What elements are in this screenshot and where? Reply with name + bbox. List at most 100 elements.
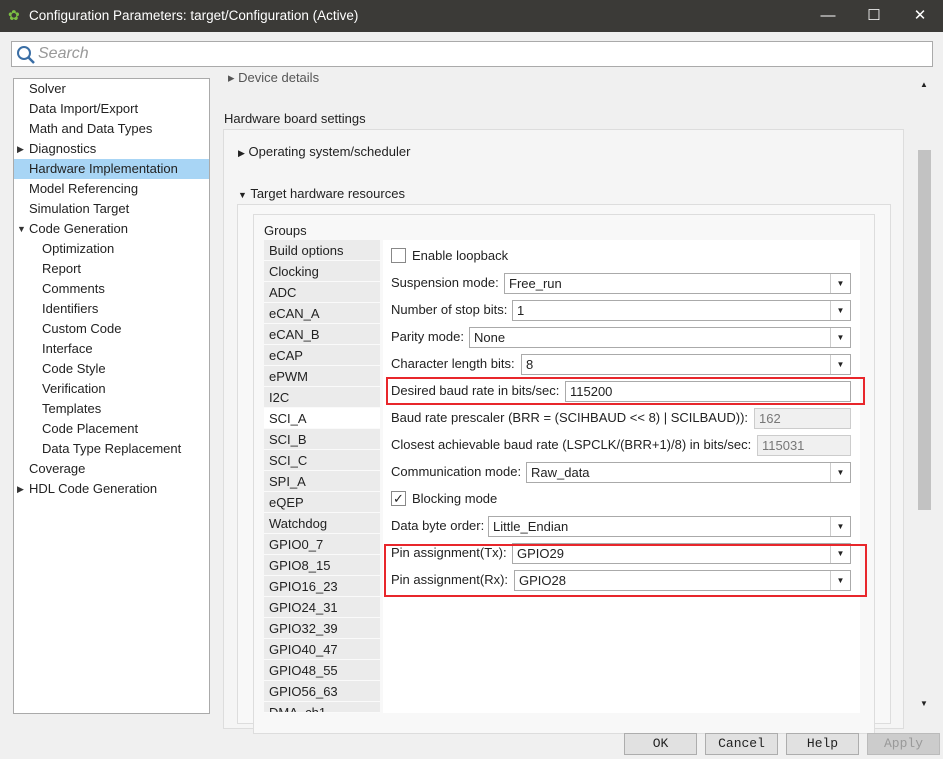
tree-item[interactable]: Interface [14,339,209,359]
group-item[interactable]: ADC [264,282,380,303]
tree-item-label: Comments [42,281,105,296]
group-item[interactable]: eCAP [264,345,380,366]
group-item[interactable]: DMA_ch1 [264,702,380,713]
tree-item-label: Custom Code [42,321,122,336]
group-item[interactable]: Clocking [264,261,380,282]
tree-item[interactable]: Data Import/Export [14,99,209,119]
prescaler-field: 162 [754,408,851,429]
apply-button[interactable]: Apply [867,733,940,755]
chevron-down-icon[interactable]: ▼ [830,301,850,320]
group-item[interactable]: GPIO56_63 [264,681,380,702]
chevron-down-icon[interactable]: ▼ [830,355,850,374]
chevron-down-icon[interactable]: ▼ [830,517,850,536]
scrollbar-thumb[interactable] [918,150,931,510]
parity-mode-label: Parity mode: [391,329,464,344]
tree-item[interactable]: Data Type Replacement [14,439,209,459]
tree-item[interactable]: Simulation Target [14,199,209,219]
tree-item[interactable]: Templates [14,399,209,419]
tree-item-label: HDL Code Generation [29,481,158,496]
group-item[interactable]: eCAN_A [264,303,380,324]
char-length-label: Character length bits: [391,356,515,371]
chevron-down-icon[interactable]: ▼ [830,274,850,293]
expand-down-icon[interactable]: ▼ [17,219,26,239]
tree-item[interactable]: Custom Code [14,319,209,339]
tree-item-label: Solver [29,81,66,96]
comm-mode-dropdown[interactable]: Raw_data ▼ [526,462,851,483]
group-item[interactable]: GPIO32_39 [264,618,380,639]
search-placeholder: Search [38,45,89,62]
group-item[interactable]: I2C [264,387,380,408]
group-item[interactable]: GPIO40_47 [264,639,380,660]
cancel-button[interactable]: Cancel [705,733,778,755]
tree-item[interactable]: Coverage [14,459,209,479]
tree-item[interactable]: Optimization [14,239,209,259]
search-icon [17,46,35,64]
expand-right-icon[interactable]: ▶ [17,139,24,159]
tree-item[interactable]: Model Referencing [14,179,209,199]
chevron-down-icon[interactable]: ▼ [830,328,850,347]
tree-item[interactable]: Comments [14,279,209,299]
stop-bits-dropdown[interactable]: 1 ▼ [512,300,851,321]
search-input[interactable]: Search [11,41,933,67]
parity-mode-value: None [474,330,506,345]
group-item[interactable]: GPIO16_23 [264,576,380,597]
window-title: Configuration Parameters: target/Configu… [29,8,359,23]
os-scheduler-section[interactable]: ▶ Operating system/scheduler [238,144,410,159]
group-item[interactable]: eQEP [264,492,380,513]
tree-item[interactable]: Code Placement [14,419,209,439]
tree-item[interactable]: Code Style [14,359,209,379]
prescaler-label: Baud rate prescaler (BRR = (SCIHBAUD << … [391,410,749,425]
group-item[interactable]: GPIO24_31 [264,597,380,618]
prescaler-value: 162 [759,411,781,426]
group-item[interactable]: SCI_C [264,450,380,471]
group-item[interactable]: GPIO0_7 [264,534,380,555]
group-item[interactable]: GPIO48_55 [264,660,380,681]
ok-button[interactable]: OK [624,733,697,755]
tree-item-label: Data Type Replacement [42,441,182,456]
tree-item-label: Diagnostics [29,141,97,156]
group-item[interactable]: Build options [264,240,380,261]
group-item[interactable]: Watchdog [264,513,380,534]
group-item[interactable]: ePWM [264,366,380,387]
scroll-down-icon[interactable]: ▼ [920,699,928,708]
title-bar: ✿ Configuration Parameters: target/Confi… [0,0,943,32]
chevron-down-icon[interactable]: ▼ [830,463,850,482]
blocking-mode-checkbox[interactable]: ✓ [391,491,406,506]
highlight-box-baud [386,377,865,405]
close-button[interactable]: ✕ [910,6,930,26]
byte-order-dropdown[interactable]: Little_Endian ▼ [488,516,851,537]
group-item[interactable]: SPI_A [264,471,380,492]
minimize-button[interactable]: — [818,6,838,26]
target-resources-section[interactable]: ▼ Target hardware resources [238,186,405,201]
enable-loopback-checkbox[interactable] [391,248,406,263]
char-length-dropdown[interactable]: 8 ▼ [521,354,851,375]
tree-item[interactable]: Hardware Implementation [14,159,209,179]
group-item[interactable]: GPIO8_15 [264,555,380,576]
closest-baud-field: 115031 [757,435,851,456]
parity-mode-dropdown[interactable]: None ▼ [469,327,851,348]
tree-item[interactable]: ▶ HDL Code Generation [14,479,209,499]
comm-mode-label: Communication mode: [391,464,522,479]
tree-item[interactable]: ▼ Code Generation [14,219,209,239]
expand-right-icon[interactable]: ▶ [17,479,24,499]
group-item[interactable]: SCI_A [264,408,380,429]
device-details-section[interactable]: ▸ Device details [228,70,319,86]
hardware-board-settings-label: Hardware board settings [224,111,366,126]
maximize-button[interactable]: ☐ [864,6,884,26]
suspension-mode-dropdown[interactable]: Free_run ▼ [504,273,851,294]
byte-order-label: Data byte order: [391,518,485,533]
group-item[interactable]: SCI_B [264,429,380,450]
scroll-up-icon[interactable]: ▲ [920,80,928,89]
tree-item[interactable]: Verification [14,379,209,399]
group-item[interactable]: eCAN_B [264,324,380,345]
tree-item-label: Templates [42,401,102,416]
tree-item[interactable]: Math and Data Types [14,119,209,139]
tree-item[interactable]: Report [14,259,209,279]
tree-item[interactable]: Identifiers [14,299,209,319]
tree-item-label: Hardware Implementation [29,161,178,176]
tree-item[interactable]: Solver [14,79,209,99]
blocking-mode-label: Blocking mode [412,491,498,506]
byte-order-value: Little_Endian [493,519,569,534]
tree-item[interactable]: ▶ Diagnostics [14,139,209,159]
help-button[interactable]: Help [786,733,859,755]
